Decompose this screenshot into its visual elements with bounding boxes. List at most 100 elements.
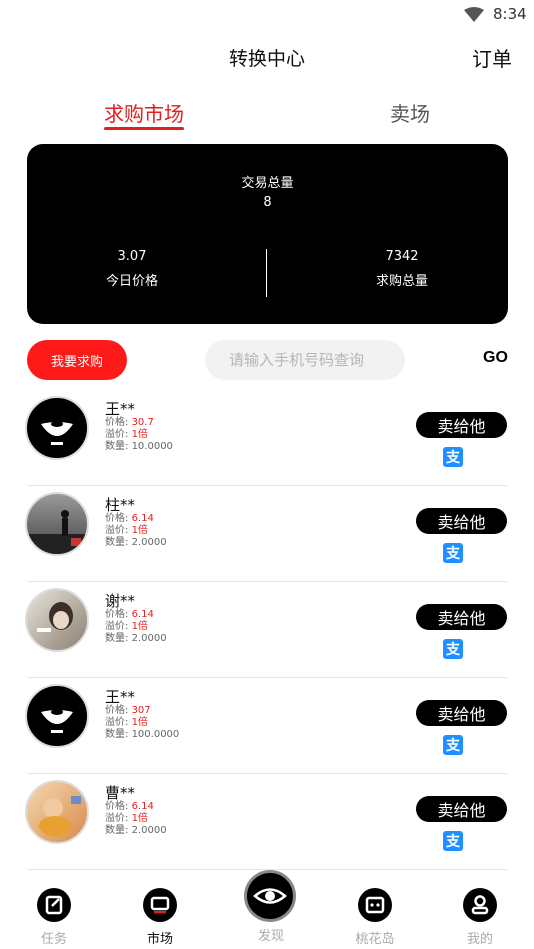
- avatar: [25, 684, 89, 748]
- price-label: 价格:: [105, 801, 129, 812]
- market-monitor-icon: [143, 888, 177, 922]
- list-item: 柱** 价格: 6.14 溢价: 1倍 数量: 2.0000 卖给他 支: [0, 486, 534, 582]
- today-price-label: 今日价格: [105, 274, 158, 289]
- price-value: 6.14: [131, 609, 154, 620]
- quantity-row: 数量: 100.0000: [105, 729, 179, 741]
- price-label: 价格:: [105, 417, 129, 428]
- logo-eye-icon: [41, 421, 73, 445]
- alipay-icon: 支: [443, 831, 463, 851]
- task-edit-icon: [37, 888, 71, 922]
- sell-to-him-button[interactable]: 卖给他: [416, 796, 507, 822]
- price-value: 30.7: [131, 417, 154, 428]
- buyer-name: 柱**: [105, 496, 136, 514]
- profile-icon: [463, 888, 497, 922]
- premium-value: 1倍: [131, 717, 148, 728]
- silhouette-photo-icon: [27, 510, 87, 554]
- nav-market-label: 市场: [146, 932, 173, 947]
- sell-to-him-button[interactable]: 卖给他: [416, 700, 507, 726]
- quantity-row: 数量: 2.0000: [105, 633, 167, 645]
- price-row: 价格: 30.7: [105, 417, 154, 429]
- price-label: 价格:: [105, 513, 129, 524]
- price-value: 6.14: [131, 513, 154, 524]
- sell-to-him-button[interactable]: 卖给他: [416, 412, 507, 438]
- child-photo-icon: [39, 796, 81, 836]
- go-button[interactable]: GO: [483, 349, 508, 367]
- buy-total: 7342 求购总量: [342, 249, 462, 289]
- nav-task[interactable]: 任务: [19, 888, 89, 947]
- avatar: [25, 396, 89, 460]
- alipay-icon: 支: [443, 447, 463, 467]
- premium-value: 1倍: [131, 621, 148, 632]
- nav-island[interactable]: 桃花岛: [340, 888, 410, 947]
- person-photo-icon: [37, 602, 73, 632]
- quantity-value: 2.0000: [131, 825, 167, 836]
- premium-value: 1倍: [131, 429, 148, 440]
- island-calendar-icon: [358, 888, 392, 922]
- today-price: 3.07 今日价格: [72, 249, 192, 289]
- quantity-value: 10.0000: [131, 441, 173, 452]
- price-value: 6.14: [131, 801, 154, 812]
- market-tabs: 求购市场 卖场: [0, 98, 534, 138]
- nav-discover-label: 发现: [257, 929, 284, 944]
- avatar: [25, 492, 89, 556]
- bottom-nav: 任务 市场 发现 桃花岛 我的: [0, 870, 534, 949]
- price-row: 价格: 6.14: [105, 801, 154, 813]
- header: 转换中心 订单: [0, 40, 534, 76]
- tab-sell-market[interactable]: 卖场: [390, 98, 430, 127]
- summary-divider: [266, 249, 267, 297]
- nav-task-label: 任务: [40, 932, 67, 947]
- phone-search-input[interactable]: [205, 340, 405, 380]
- total-volume-label: 交易总量: [241, 176, 294, 191]
- nav-mine-label: 我的: [466, 932, 493, 947]
- buy-request-button[interactable]: 我要求购: [27, 340, 127, 380]
- alipay-icon: 支: [443, 735, 463, 755]
- logo-eye-icon: [41, 709, 73, 733]
- status-time: 8:34: [493, 5, 527, 23]
- summary-card: 交易总量 8 3.07 今日价格 7342 求购总量: [27, 144, 508, 324]
- buyer-name: 曹**: [105, 784, 136, 802]
- action-row: 我要求购 GO: [0, 340, 534, 380]
- buy-total-label: 求购总量: [375, 274, 428, 289]
- alipay-icon: 支: [443, 543, 463, 563]
- premium-row: 溢价: 1倍: [105, 813, 148, 825]
- nav-market[interactable]: 市场: [125, 888, 195, 947]
- quantity-value: 2.0000: [131, 633, 167, 644]
- quantity-row: 数量: 2.0000: [105, 825, 167, 837]
- avatar: [25, 780, 89, 844]
- page-title: 转换中心: [228, 48, 305, 70]
- tab-buy-market[interactable]: 求购市场: [104, 98, 184, 130]
- price-row: 价格: 307: [105, 705, 151, 717]
- alipay-icon: 支: [443, 639, 463, 659]
- nav-discover[interactable]: [244, 870, 296, 922]
- status-bar: 8:34: [0, 0, 534, 30]
- premium-label: 溢价:: [105, 813, 129, 824]
- price-row: 价格: 6.14: [105, 513, 154, 525]
- premium-row: 溢价: 1倍: [105, 525, 148, 537]
- quantity-label: 数量:: [105, 825, 129, 836]
- sell-to-him-button[interactable]: 卖给他: [416, 604, 507, 630]
- quantity-row: 数量: 10.0000: [105, 441, 173, 453]
- buy-total-value: 7342: [385, 249, 419, 264]
- nav-mine[interactable]: 我的: [445, 888, 515, 947]
- orders-link[interactable]: 订单: [472, 43, 512, 72]
- buy-listings: 王** 价格: 30.7 溢价: 1倍 数量: 10.0000 卖给他 支 柱*…: [0, 390, 534, 870]
- premium-label: 溢价:: [105, 621, 129, 632]
- quantity-label: 数量:: [105, 537, 129, 548]
- price-label: 价格:: [105, 705, 129, 716]
- quantity-row: 数量: 2.0000: [105, 537, 167, 549]
- total-volume-value: 8: [263, 195, 272, 210]
- sell-to-him-button[interactable]: 卖给他: [416, 508, 507, 534]
- list-item: 王** 价格: 30.7 溢价: 1倍 数量: 10.0000 卖给他 支: [0, 390, 534, 486]
- premium-row: 溢价: 1倍: [105, 717, 148, 729]
- premium-value: 1倍: [131, 525, 148, 536]
- premium-label: 溢价:: [105, 429, 129, 440]
- nav-island-label: 桃花岛: [355, 932, 395, 947]
- buyer-name: 王**: [105, 688, 136, 706]
- avatar: [25, 588, 89, 652]
- price-row: 价格: 6.14: [105, 609, 154, 621]
- today-price-value: 3.07: [117, 249, 147, 264]
- premium-value: 1倍: [131, 813, 148, 824]
- quantity-label: 数量:: [105, 633, 129, 644]
- quantity-value: 100.0000: [131, 729, 180, 740]
- buyer-name: 谢**: [105, 592, 136, 610]
